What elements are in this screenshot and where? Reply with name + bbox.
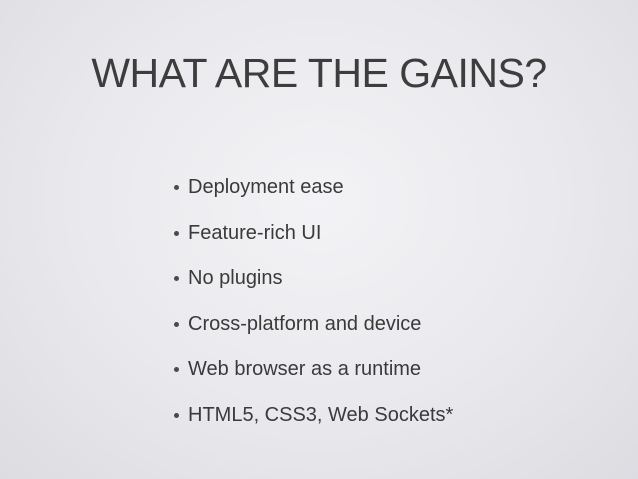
slide-title: WHAT ARE THE GAINS? [91, 50, 547, 96]
bullet-dot-icon [174, 230, 179, 236]
bullet-list: Deployment ease Feature-rich UI No plugi… [172, 171, 453, 444]
bullet-item: HTML5, CSS3, Web Sockets* [172, 399, 453, 445]
bullet-dot-icon [174, 276, 179, 281]
bullet-dot-icon [174, 321, 179, 327]
bullet-dot-icon [174, 412, 179, 418]
bullet-text: No plugins [188, 267, 283, 289]
bullet-item: Deployment ease [172, 171, 453, 217]
bullet-item: Cross-platform and device [172, 308, 453, 354]
bullet-text: Deployment ease [188, 176, 344, 198]
bullet-item: No plugins [172, 262, 453, 308]
bullet-text: HTML5, CSS3, Web Sockets* [188, 403, 454, 426]
bullet-item: Feature-rich UI [172, 217, 453, 263]
bullet-text: Web browser as a runtime [188, 358, 422, 380]
bullet-dot-icon [174, 367, 179, 372]
bullet-item: Web browser as a runtime [172, 353, 453, 399]
slide: WHAT ARE THE GAINS? Deployment ease Feat… [0, 0, 638, 479]
bullet-text: Cross-platform and device [188, 312, 422, 335]
bullet-dot-icon [174, 185, 179, 190]
bullet-text: Feature-rich UI [188, 221, 322, 244]
